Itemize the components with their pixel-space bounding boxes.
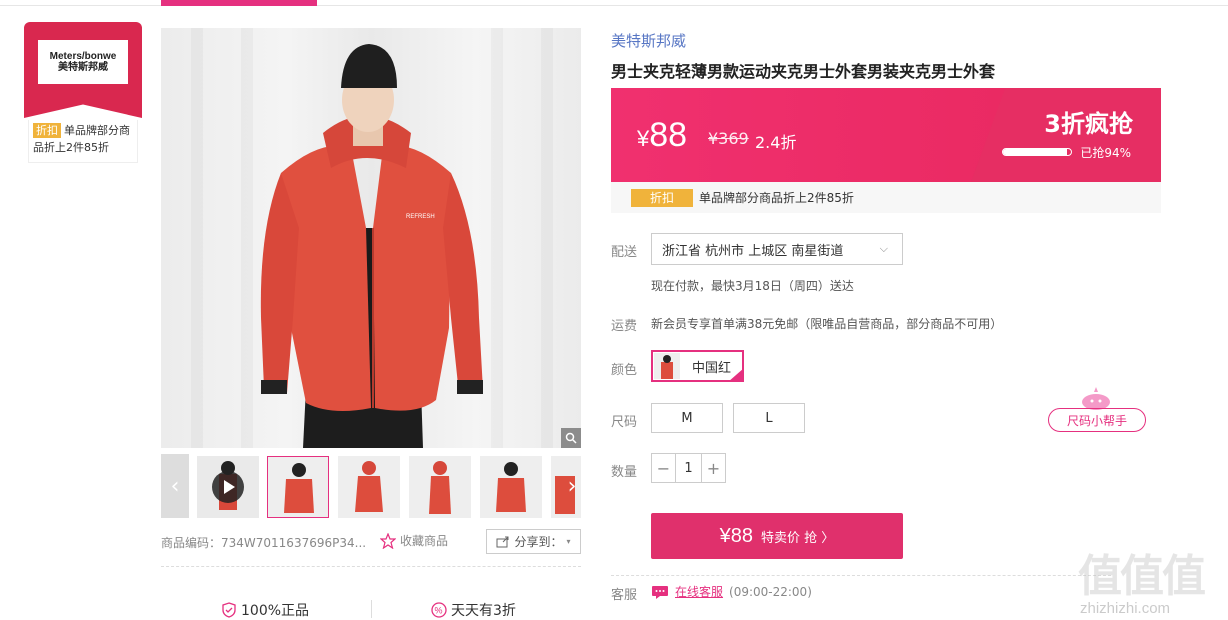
customer-service-row: 在线客服 (09:00-22:00) <box>651 583 812 600</box>
promo-tag: 折扣 <box>631 188 693 207</box>
guarantee-genuine-label: 100%正品 <box>241 603 310 619</box>
thumbnail-3[interactable] <box>338 456 400 518</box>
share-button[interactable]: 分享到： ▾ <box>486 529 581 554</box>
caret-down-icon: ▾ <box>566 537 571 546</box>
guarantee-daily-deal-label: 天天有3折 <box>451 603 516 619</box>
guarantee-divider <box>371 600 372 618</box>
svg-text:REFRESH: REFRESH <box>406 214 435 220</box>
currency-symbol: ¥ <box>637 126 650 151</box>
brand-promo: 折扣 单品牌部分商品折上2件85折 <box>28 120 138 163</box>
percent-icon: % <box>431 602 447 618</box>
mascot-icon <box>1082 387 1110 410</box>
thumbnail-5[interactable] <box>480 456 542 518</box>
chevron-right-icon: › <box>567 473 577 499</box>
divider <box>611 575 1111 576</box>
shipping-label: 运费 <box>611 319 638 334</box>
brand-logo-cn: 美特斯邦威 <box>58 61 108 73</box>
chat-icon <box>652 585 668 599</box>
online-service-link[interactable]: 在线客服 <box>675 583 723 600</box>
promo-row: 折扣 单品牌部分商品折上2件85折 <box>611 182 1161 213</box>
thumb-prev-button[interactable]: ‹ <box>161 454 189 518</box>
quantity-stepper: − 1 + <box>651 453 726 483</box>
minus-icon: − <box>656 458 671 478</box>
watermark: 值值值 zhizhizhi.com <box>1078 540 1223 620</box>
brand-logo[interactable]: Meters/bonwe 美特斯邦威 <box>38 40 128 84</box>
service-hours: (09:00-22:00) <box>729 584 812 599</box>
chevron-left-icon: ‹ <box>170 473 180 499</box>
guarantee-daily-deal: % 天天有3折 <box>431 600 516 620</box>
size-option-m[interactable]: M <box>651 403 723 433</box>
star-icon <box>380 532 396 549</box>
sold-progress-bar <box>1002 148 1072 156</box>
plus-button[interactable]: + <box>702 454 725 482</box>
share-label: 分享到： <box>514 535 563 549</box>
quantity-value[interactable]: 1 <box>675 454 702 482</box>
buy-button[interactable]: ¥88 特卖价 抢 〉 <box>651 513 903 559</box>
divider <box>161 566 581 567</box>
main-product-image[interactable]: REFRESH <box>161 28 581 448</box>
model-jacket-illustration: REFRESH <box>260 44 483 448</box>
thumbnail-2[interactable] <box>267 456 329 518</box>
size-option-l[interactable]: L <box>733 403 805 433</box>
buy-button-label: 特卖价 抢 〉 <box>761 530 835 546</box>
thumb-next-button[interactable]: › <box>563 454 581 518</box>
color-swatch <box>654 353 680 379</box>
shipping-text: 新会员专享首单满38元免邮（限唯品自营商品，部分商品不可用） <box>651 317 1003 331</box>
delivery-label: 配送 <box>611 245 638 260</box>
price-banner: ¥88 ¥369 2.4折 3折疯抢 已抢94% <box>611 88 1161 182</box>
thumbnail-4[interactable] <box>409 456 471 518</box>
chevron-down-icon: ⌵ <box>879 242 888 255</box>
delivery-note: 现在付款，最快3月18日（周四）送达 <box>651 279 854 293</box>
product-title: 男士夹克轻薄男款运动夹克男士外套男装夹克男士外套 <box>611 62 996 81</box>
address-value: 浙江省 杭州市 上城区 南星街道 <box>662 243 844 259</box>
buy-button-price: ¥88 <box>719 524 754 547</box>
size-label: 尺码 <box>611 415 638 430</box>
sku-code: 商品编码：734W7011637696P34... <box>161 536 367 550</box>
thumbnail-strip: ‹ › <box>161 454 581 518</box>
sold-progress-fill <box>1003 149 1067 155</box>
guarantee-genuine: 100%正品 <box>221 600 309 620</box>
color-label: 颜色 <box>611 363 638 378</box>
favorite-button[interactable]: 收藏商品 <box>380 532 448 549</box>
color-value: 中国红 <box>692 360 732 376</box>
svg-text:%: % <box>435 606 443 616</box>
current-price: ¥88 <box>637 116 687 155</box>
share-icon <box>496 536 509 547</box>
address-select[interactable]: 浙江省 杭州市 上城区 南星街道 ⌵ <box>651 233 903 265</box>
current-price-value: 88 <box>649 116 688 154</box>
thumbnail-video[interactable] <box>197 456 259 518</box>
discount-rate: 2.4折 <box>755 133 797 152</box>
plus-icon: + <box>706 458 721 478</box>
flash-sale-title: 3折疯抢 <box>1044 110 1133 138</box>
sold-percentage: 已抢94% <box>1080 146 1131 160</box>
brand-link[interactable]: 美特斯邦威 <box>611 30 686 51</box>
shield-icon <box>222 602 236 618</box>
quantity-label: 数量 <box>611 465 638 480</box>
original-price: ¥369 <box>708 129 749 148</box>
top-active-indicator <box>161 0 317 6</box>
discount-tag: 折扣 <box>33 123 61 138</box>
watermark-chars: 值值值 <box>1078 551 1206 602</box>
color-option-selected[interactable]: 中国红 <box>651 350 744 382</box>
brand-logo-en: Meters/bonwe <box>49 50 117 62</box>
zoom-icon[interactable] <box>561 428 581 448</box>
service-label: 客服 <box>611 588 638 603</box>
product-meta-row: 商品编码：734W7011637696P34... 收藏商品 分享到： ▾ <box>161 529 581 555</box>
brand-card[interactable]: Meters/bonwe 美特斯邦威 折扣 单品牌部分商品折上2件85折 <box>24 22 142 163</box>
favorite-label: 收藏商品 <box>400 534 449 548</box>
size-helper-button[interactable]: 尺码小帮手 <box>1048 408 1146 432</box>
minus-button[interactable]: − <box>652 454 675 482</box>
promo-text: 单品牌部分商品折上2件85折 <box>699 191 854 205</box>
